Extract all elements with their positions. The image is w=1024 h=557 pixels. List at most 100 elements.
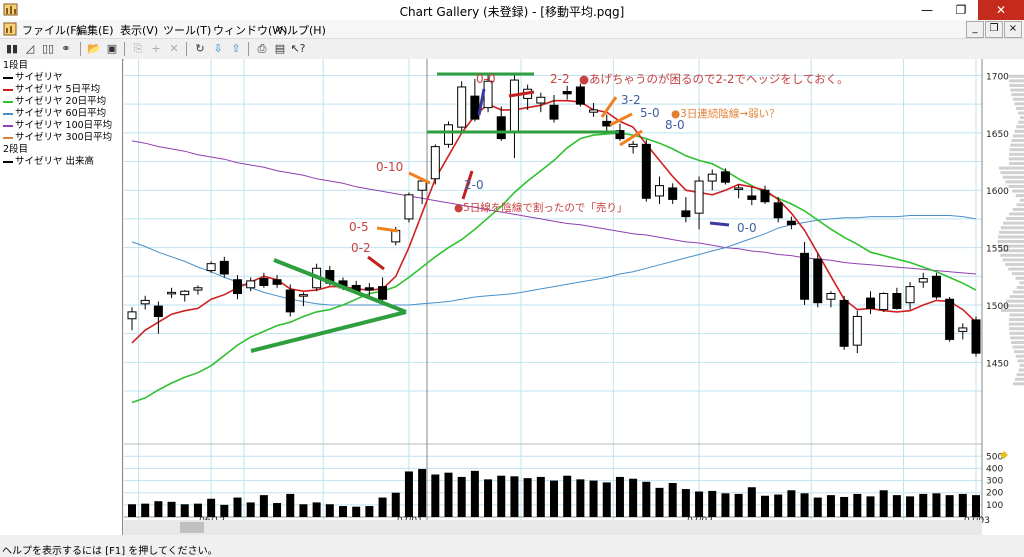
window-title: Chart Gallery (未登録) - [移動平均.pqg]	[399, 5, 625, 19]
candle-down	[575, 86, 585, 105]
volume-bar	[826, 495, 835, 517]
volume-bar	[655, 487, 664, 517]
volume-bar	[536, 476, 545, 517]
candle-up	[206, 263, 216, 272]
volume-bar	[589, 480, 598, 517]
volume-bar	[958, 493, 967, 517]
pane1-title: 1段目	[3, 60, 29, 71]
volume-bar	[668, 483, 677, 517]
refresh-icon[interactable]: ↻	[192, 41, 208, 56]
volume-bar	[391, 492, 400, 517]
volume-bar	[734, 493, 743, 517]
save-icon[interactable]: ▣	[104, 41, 120, 56]
volume-bar	[180, 504, 189, 517]
menu-edit[interactable]: 編集(E)	[76, 22, 114, 38]
delete-icon[interactable]: ✕	[166, 41, 182, 56]
volume-bar	[325, 504, 334, 517]
volume-bar	[945, 495, 954, 517]
legend-item[interactable]: サイゼリヤ	[3, 72, 63, 84]
volume-tick-label: 400	[986, 464, 1003, 474]
candle-up	[180, 290, 190, 296]
candle-up	[826, 293, 836, 300]
volume-bar	[286, 493, 295, 517]
pane2-title: 2段目	[3, 144, 29, 155]
candle-down	[747, 195, 757, 200]
volume-bar	[747, 487, 756, 517]
candle-up	[509, 79, 519, 134]
legend-item[interactable]: サイゼリヤ 100日平均	[3, 120, 112, 132]
annotation-label: 0-0	[737, 221, 757, 235]
mdi-minimize-button[interactable]: _	[966, 21, 984, 38]
price-tick-label: 1700	[986, 72, 1009, 82]
volume-tick-label: 500	[986, 452, 1003, 462]
maximize-button[interactable]: ❐	[944, 0, 978, 20]
mdi-close-button[interactable]: ×	[1004, 21, 1022, 38]
open-folder-icon[interactable]: 📂	[86, 41, 102, 56]
volume-bar	[444, 472, 453, 517]
price-tick-label: 1550	[986, 245, 1009, 255]
volume-bar	[484, 479, 493, 517]
minimize-button[interactable]: —	[910, 0, 944, 20]
annotation-label: 8-0	[665, 118, 685, 132]
info-icon[interactable]: ▤	[272, 41, 288, 56]
candle-down	[562, 91, 572, 95]
candle-down	[813, 258, 823, 304]
legend-item[interactable]: サイゼリヤ 60日平均	[3, 108, 106, 120]
volume-bar	[141, 503, 150, 517]
price-volume-chart[interactable]: 0-2 0-5 0-10 2-0 0-0 2-2 3-2 5-0 8-0 0-0…	[124, 59, 1024, 535]
legend-item[interactable]: サイゼリヤ 300日平均	[3, 132, 112, 144]
candle-down	[364, 287, 374, 291]
chart-area[interactable]: 0-2 0-5 0-10 2-0 0-0 2-2 3-2 5-0 8-0 0-0…	[124, 59, 1024, 535]
volume-bar	[708, 490, 717, 517]
document-icon[interactable]	[3, 22, 17, 36]
candle-down	[668, 187, 678, 200]
candle-up	[852, 315, 862, 346]
close-button[interactable]: ✕	[978, 0, 1024, 20]
candle-down	[549, 104, 559, 120]
volume-bar	[721, 493, 730, 517]
title-bar: Chart Gallery (未登録) - [移動平均.pqg] — ❐ ✕	[0, 0, 1024, 20]
legend-item[interactable]: サイゼリヤ 出来高	[3, 156, 94, 168]
line-chart-icon[interactable]: ◿	[22, 41, 38, 56]
print-icon[interactable]: ⎙	[254, 41, 270, 56]
volume-bar	[615, 476, 624, 517]
menu-help[interactable]: ヘルプ(H)	[276, 22, 326, 38]
candle-up	[918, 278, 928, 283]
volume-bar	[840, 496, 849, 517]
volume-bar	[299, 504, 308, 517]
add-icon[interactable]: +	[148, 41, 164, 56]
horizontal-scrollbar[interactable]	[124, 520, 982, 535]
menu-tools[interactable]: ツール(T)	[163, 22, 211, 38]
copy-icon[interactable]: ⎘	[130, 41, 146, 56]
volume-bar	[853, 493, 862, 517]
volume-bar	[312, 502, 321, 517]
upload-icon[interactable]: ⇧	[228, 41, 244, 56]
legend-item[interactable]: サイゼリヤ 20日平均	[3, 96, 106, 108]
candle-down	[272, 279, 282, 285]
candle-up	[444, 124, 453, 145]
annotation-label: 0-0	[476, 72, 496, 86]
chart-type-icon[interactable]: ▮▮	[4, 41, 20, 56]
help-pointer-icon[interactable]: ↖?	[290, 41, 306, 56]
dual-pane-icon[interactable]: ▯▯	[40, 41, 56, 56]
volume-bar	[879, 490, 888, 517]
candle-down	[641, 143, 651, 199]
menu-file[interactable]: ファイル(F)	[22, 22, 81, 38]
legend-item[interactable]: サイゼリヤ 5日平均	[3, 84, 100, 96]
menu-view[interactable]: 表示(V)	[120, 22, 158, 38]
scrollbar-thumb[interactable]	[180, 522, 204, 533]
volume-bar	[207, 498, 216, 517]
volume-bar	[259, 495, 268, 517]
candle-up	[589, 109, 599, 113]
binoculars-icon[interactable]: ⚭	[58, 41, 74, 56]
annotation-label: 5-0	[640, 106, 660, 120]
volume-bar	[457, 476, 466, 517]
status-bar: ヘルプを表示するには [F1] を押してください。	[0, 541, 1024, 557]
candle-up	[140, 299, 150, 305]
candle-up	[298, 294, 308, 297]
toolbar: ▮▮ ◿ ▯▯ ⚭ 📂 ▣ ⎘ + ✕ ↻ ⇩ ⇧ ⎙ ▤ ↖?	[0, 38, 1024, 60]
candle-down	[892, 293, 902, 309]
download-icon[interactable]: ⇩	[210, 41, 226, 56]
mdi-restore-button[interactable]: ❐	[985, 21, 1003, 38]
volume-bar	[906, 496, 915, 517]
